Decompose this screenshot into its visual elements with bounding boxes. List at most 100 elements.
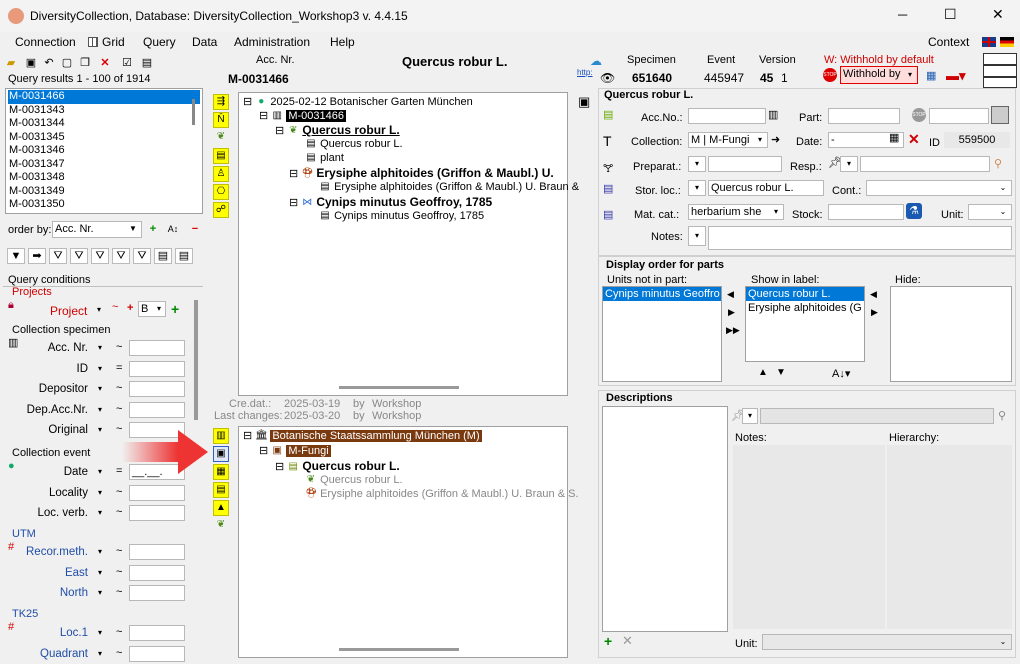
tree-expand-icon[interactable]: ⇶ bbox=[213, 94, 229, 110]
barcode-icon[interactable]: ▥ bbox=[213, 428, 229, 444]
operator-dropdown[interactable]: ▾ bbox=[93, 544, 107, 560]
operator-dropdown[interactable]: ▾ bbox=[93, 361, 107, 377]
remove-description-icon[interactable]: ✕ bbox=[622, 633, 633, 649]
operator-dropdown[interactable]: ▾ bbox=[93, 340, 107, 356]
result-item[interactable]: M-0031350 bbox=[8, 198, 200, 212]
show-in-label-list[interactable]: Quercus robur L. Erysiphe alphitoides (G bbox=[745, 286, 865, 362]
copy-icon[interactable]: ❐ bbox=[78, 56, 92, 70]
tree-species-cynips[interactable]: ⊟ ⋈ Cynips minutus Geoffroy, 1785 bbox=[289, 195, 492, 209]
move-left-icon[interactable]: ◀ bbox=[727, 289, 734, 300]
tree-part-erysiphe[interactable]: ▤ Erysiphe alphitoides (Griffon & Maubl.… bbox=[319, 181, 579, 193]
tree-hscrollbar[interactable] bbox=[339, 386, 459, 389]
clear-date-icon[interactable]: ✕ bbox=[908, 131, 920, 148]
not-in-part-item[interactable]: Cynips minutus Geoffro bbox=[603, 287, 721, 301]
flask-icon[interactable]: ⚗ bbox=[906, 203, 922, 219]
collection-icon[interactable]: ▣ bbox=[213, 446, 229, 462]
barcode-icon[interactable]: ▥ bbox=[768, 108, 778, 121]
add-description-icon[interactable]: + bbox=[604, 633, 612, 649]
layout-switch-2[interactable] bbox=[983, 65, 1017, 77]
operator-dropdown[interactable]: ▾ bbox=[93, 646, 107, 662]
description-input[interactable] bbox=[760, 408, 994, 424]
preparat-input[interactable] bbox=[708, 156, 782, 172]
funnel-remove-icon[interactable]: ⛛ bbox=[91, 248, 109, 264]
grid-icon[interactable]: ▦ bbox=[213, 464, 229, 480]
accno-input[interactable] bbox=[688, 108, 766, 124]
hide-move-right-icon[interactable]: ▶ bbox=[871, 307, 878, 318]
tree2-hscrollbar[interactable] bbox=[339, 648, 459, 651]
condition-input[interactable] bbox=[129, 544, 185, 560]
tree-part-quercus[interactable]: ▤ Quercus robur L. bbox=[305, 138, 402, 150]
desc-notes-area[interactable] bbox=[733, 445, 885, 629]
eye-icon[interactable]: 👁︎ bbox=[600, 71, 615, 85]
leaf-icon[interactable]: ❦ bbox=[213, 130, 229, 146]
move-down-icon[interactable]: ▼ bbox=[776, 367, 786, 378]
arrow-right-icon[interactable]: ➜ bbox=[771, 133, 780, 146]
condition-input[interactable] bbox=[129, 360, 185, 377]
add-icon[interactable]: + bbox=[146, 222, 160, 236]
tree-part-plant[interactable]: ▤ plant bbox=[305, 152, 344, 164]
show-item[interactable]: Erysiphe alphitoides (G bbox=[746, 301, 864, 315]
tree2-part-erysiphe[interactable]: 🍄︎ Erysiphe alphitoides (Griffon & Maubl… bbox=[305, 488, 578, 500]
link-icon[interactable]: ⚲ bbox=[998, 409, 1006, 422]
funnel-icon[interactable]: ⛛ bbox=[49, 248, 67, 264]
tree-species-quercus[interactable]: ⊟ ❦ Quercus robur L. bbox=[275, 123, 400, 137]
result-item[interactable]: M-0031345 bbox=[8, 131, 200, 145]
image-view-icon[interactable]: ▦ bbox=[926, 69, 936, 82]
resp-input[interactable] bbox=[860, 156, 990, 172]
project-op-dropdown[interactable]: ▾ bbox=[92, 302, 106, 318]
condition-input[interactable] bbox=[129, 484, 185, 501]
condition-input[interactable] bbox=[129, 505, 185, 521]
condition-input[interactable] bbox=[129, 340, 185, 356]
not-in-part-list[interactable]: Cynips minutus Geoffro bbox=[602, 286, 722, 382]
menu-help[interactable]: Help bbox=[330, 35, 355, 49]
descriptions-list[interactable] bbox=[602, 406, 728, 632]
condition-input[interactable] bbox=[129, 625, 185, 641]
result-item[interactable]: M-0031344 bbox=[8, 117, 200, 131]
menu-query[interactable]: Query bbox=[143, 35, 176, 49]
condition-input[interactable] bbox=[129, 381, 185, 397]
result-item[interactable]: M-0031349 bbox=[8, 185, 200, 199]
layout-switch-3[interactable] bbox=[983, 77, 1017, 88]
remove-icon[interactable]: − bbox=[188, 222, 202, 236]
move-up-icon[interactable]: ▲ bbox=[758, 367, 768, 378]
funnel-save-icon[interactable]: ⛛ bbox=[133, 248, 151, 264]
menu-context[interactable]: Context bbox=[928, 35, 969, 49]
operator-dropdown[interactable]: ▾ bbox=[93, 565, 107, 581]
de-flag-icon[interactable] bbox=[1000, 37, 1014, 47]
menu-connection[interactable]: Connection bbox=[15, 35, 76, 49]
condition-input[interactable] bbox=[129, 401, 185, 418]
storloc-input[interactable]: Quercus robur L. bbox=[708, 180, 824, 196]
desc-unit-select[interactable] bbox=[762, 634, 1012, 650]
sort-icon[interactable]: N̄ bbox=[213, 112, 229, 128]
minimize-button[interactable]: ─ bbox=[898, 7, 907, 22]
calendar-icon[interactable]: ▦ bbox=[889, 131, 899, 144]
open-folder-icon[interactable]: ▰ bbox=[4, 56, 18, 70]
result-item[interactable]: M-0031346 bbox=[8, 144, 200, 158]
delete-icon[interactable]: ✕ bbox=[98, 56, 112, 70]
condition-input[interactable] bbox=[129, 645, 185, 662]
conditions-scrollbar[interactable] bbox=[194, 300, 198, 420]
collection-tree[interactable]: ⊟ 🏛︎ Botanische Staatssammlung München (… bbox=[238, 426, 578, 658]
specimen-tree[interactable]: ⊟ ● 2025-02-12 Botanischer Garten Münche… bbox=[238, 92, 579, 396]
funnel-list-icon[interactable]: ⛛ bbox=[112, 248, 130, 264]
leaf-icon[interactable]: ❦ bbox=[213, 518, 229, 534]
tree-specimen[interactable]: ⊟ ▥ M-0031466 bbox=[259, 109, 346, 122]
notes-input[interactable] bbox=[708, 226, 1012, 250]
http-link[interactable]: http: bbox=[577, 68, 593, 77]
tree-part-cynips[interactable]: ▤ Cynips minutus Geoffroy, 1785 bbox=[319, 210, 484, 222]
label-icon[interactable]: ▤ bbox=[213, 482, 229, 498]
close-button[interactable]: ✕ bbox=[992, 6, 1004, 23]
grid-view-icon[interactable]: ▤ bbox=[140, 56, 154, 70]
specimen-icon[interactable]: ▤ bbox=[213, 148, 229, 164]
result-item[interactable]: M-0031343 bbox=[8, 104, 200, 118]
menu-data[interactable]: Data bbox=[192, 35, 217, 49]
arrow-right-icon[interactable]: ➡ bbox=[28, 248, 46, 264]
funnel-add-icon[interactable]: ⛛ bbox=[70, 248, 88, 264]
minus-dropdown-icon[interactable]: ▬▾ bbox=[946, 68, 966, 84]
hierarchy-icon[interactable]: ☍ bbox=[213, 202, 229, 218]
result-item[interactable]: M-0031347 bbox=[8, 158, 200, 172]
part-input[interactable] bbox=[828, 108, 900, 124]
condition-input[interactable] bbox=[129, 564, 185, 581]
stock-input[interactable] bbox=[828, 204, 904, 220]
operator-dropdown[interactable]: ▾ bbox=[93, 422, 107, 438]
